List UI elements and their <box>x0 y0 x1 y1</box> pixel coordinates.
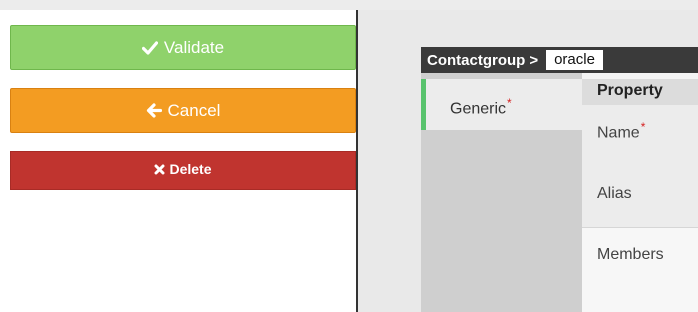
required-marker: * <box>640 120 646 134</box>
table-row: Alias <box>582 165 698 228</box>
required-marker: * <box>507 96 512 110</box>
row-label-name: Name <box>597 124 640 142</box>
form-header: Contactgroup > oracle <box>421 47 698 73</box>
object-name-field[interactable]: oracle <box>546 50 603 70</box>
tab-generic[interactable]: Generic* <box>421 79 582 130</box>
delete-button[interactable]: Delete <box>10 151 356 190</box>
delete-button-label: Delete <box>169 161 212 177</box>
property-column-header: Property <box>582 79 698 105</box>
validate-button[interactable]: Validate <box>10 25 356 70</box>
validate-button-label: Validate <box>163 37 225 57</box>
cancel-button[interactable]: Cancel <box>10 88 356 133</box>
table-row: Name* <box>582 105 698 165</box>
tab-generic-label: Generic <box>450 100 507 118</box>
top-bar <box>0 0 698 10</box>
arrow-left-icon <box>146 103 162 118</box>
table-row: Members <box>582 228 698 312</box>
cancel-button-label: Cancel <box>167 100 221 120</box>
row-label-members: Members <box>597 246 664 263</box>
close-icon <box>154 164 165 175</box>
checkmark-icon <box>141 40 158 55</box>
header-separator: > <box>529 51 539 69</box>
object-type-label: Contactgroup <box>427 51 526 69</box>
row-label-alias: Alias <box>597 185 632 202</box>
